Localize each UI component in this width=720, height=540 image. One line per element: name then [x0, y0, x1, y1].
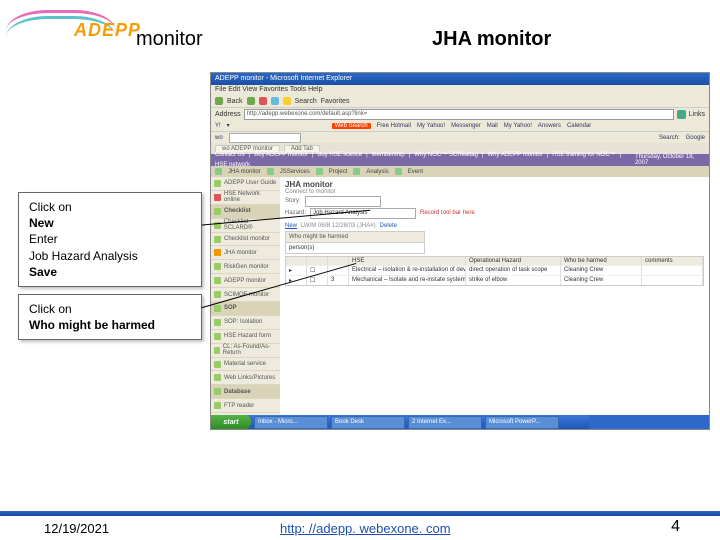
sidebar-item[interactable]: CL: As-Found/As-Return — [211, 344, 280, 358]
search-label[interactable]: Search — [295, 98, 317, 105]
home-icon[interactable] — [283, 97, 291, 105]
fwd-icon[interactable] — [247, 97, 255, 105]
nav-date: Thursday, October 18, 2007 — [635, 154, 705, 166]
sidebar-item-jha[interactable]: JHA monitor — [211, 246, 280, 260]
search-row: wo Search: Google — [211, 132, 709, 143]
callout-text: New — [29, 215, 191, 231]
grid-row[interactable]: ▸☐ Electrical – isolation & re-installat… — [286, 265, 703, 275]
browser-toolbar[interactable]: Back Search Favorites — [211, 95, 709, 108]
start-button[interactable]: start — [211, 415, 251, 429]
wo-search-input[interactable] — [229, 133, 301, 143]
main-title: JHA monitor — [285, 180, 704, 189]
callout-text: Save — [29, 264, 191, 280]
taskbar-item[interactable]: Book Desk — [331, 416, 405, 429]
taskbar[interactable]: start Inbox - Micro... Book Desk 2 Inter… — [211, 415, 709, 429]
callout-text: Click on — [29, 199, 191, 215]
nav-icon — [215, 168, 222, 175]
tab-add[interactable]: Add Tab — [284, 145, 320, 152]
search-label: Search: — [659, 135, 680, 141]
whmb-value[interactable]: person(s) — [285, 243, 425, 254]
sidebar-item[interactable]: FTP reader — [211, 399, 280, 413]
links-bar[interactable]: Y!▾ Web Search Free HotmailMy Yahoo! Mes… — [211, 120, 709, 132]
sidebar-item[interactable]: ADEPP monitor — [211, 274, 280, 288]
taskbar-item[interactable]: Microsoft PowerP... — [485, 416, 559, 429]
links-label: Links — [689, 111, 705, 118]
title-right: JHA monitor — [432, 28, 551, 51]
callout-text: Who might be harmed — [29, 317, 191, 333]
favorites-label[interactable]: Favorites — [321, 98, 350, 105]
footer-date: 12/19/2021 — [44, 521, 109, 536]
whmb-range: LW/M 06/B 12/28/03 (JHA#) — [301, 223, 376, 229]
callout-text: Click on — [29, 301, 191, 317]
whmb-label: Who might be harmed — [285, 231, 425, 243]
sidebar-group[interactable]: Database — [211, 385, 280, 399]
callout-new-save: Click on New Enter Job Hazard Analysis S… — [18, 192, 202, 287]
sidebar-item[interactable]: HSE Hazard form — [211, 330, 280, 344]
taskbar-item[interactable]: Inbox - Micro... — [254, 416, 328, 429]
system-tray[interactable] — [589, 415, 709, 429]
sidebar-item[interactable]: ADEPP User Guide — [211, 177, 280, 191]
back-icon[interactable] — [215, 97, 223, 105]
go-button[interactable] — [677, 110, 686, 119]
address-bar: Address http://adepp.webexone.com/defaul… — [211, 108, 709, 120]
sidebar-group[interactable]: Checklist — [211, 205, 280, 219]
main-panel: JHA monitor Connect to monitor Story: Ha… — [280, 177, 709, 427]
taskbar-item[interactable]: 2 Internet Ex... — [408, 416, 482, 429]
sidebar-item[interactable]: Checklist monitor — [211, 233, 280, 247]
browser-titlebar: ADEPP monitor - Microsoft Internet Explo… — [211, 73, 709, 85]
footer-page-number: 4 — [671, 518, 680, 536]
browser-menubar[interactable]: File Edit View Favorites Tools Help — [211, 85, 709, 95]
footer-link[interactable]: http: //adepp. webexone. com — [280, 521, 451, 536]
callout-whmb: Click on Who might be harmed — [18, 294, 202, 340]
sidebar-item[interactable]: Material service — [211, 358, 280, 372]
sidebar-item[interactable]: Web Links/Pictures — [211, 371, 280, 385]
browser-window: ADEPP monitor - Microsoft Internet Explo… — [210, 72, 710, 430]
sidebar-item[interactable]: SOP: Isolation — [211, 316, 280, 330]
refresh-icon[interactable] — [271, 97, 279, 105]
story-input[interactable] — [305, 196, 381, 207]
delete-link[interactable]: Delete — [380, 223, 397, 229]
footer-divider — [0, 511, 720, 516]
back-label: Back — [227, 98, 243, 105]
logo: ADEPP — [6, 8, 116, 44]
sidebar-item[interactable]: HSE Network online — [211, 191, 280, 205]
callout-text: Enter — [29, 231, 191, 247]
address-input[interactable]: http://adepp.webexone.com/default.asp?li… — [244, 109, 674, 120]
callout-text: Job Hazard Analysis — [29, 248, 191, 264]
title-left: monitor — [136, 28, 203, 51]
story-label: Story: — [285, 198, 301, 204]
purple-nav[interactable]: Contact Us| Buy ADEPP monitor| Buy HSE l… — [211, 154, 709, 166]
record-hint: Record tool bar here — [420, 210, 475, 216]
search-value: Google — [686, 135, 705, 141]
logo-text: ADEPP — [74, 20, 141, 41]
new-link[interactable]: New — [285, 223, 297, 229]
hazard-grid: HSE Operational Hazard Who be harmed com… — [285, 256, 704, 286]
sidebar-group[interactable]: SOP — [211, 302, 280, 316]
grid-row[interactable]: ▸☐ 3 Mechanical – Isolate and re-instate… — [286, 275, 703, 285]
stop-icon[interactable] — [259, 97, 267, 105]
sidebar-item[interactable]: RiskGen monitor — [211, 260, 280, 274]
web-search-tag[interactable]: Web Search — [332, 123, 371, 129]
address-label: Address — [215, 111, 241, 118]
tab-main[interactable]: wo ADEPP monitor — [215, 145, 280, 152]
